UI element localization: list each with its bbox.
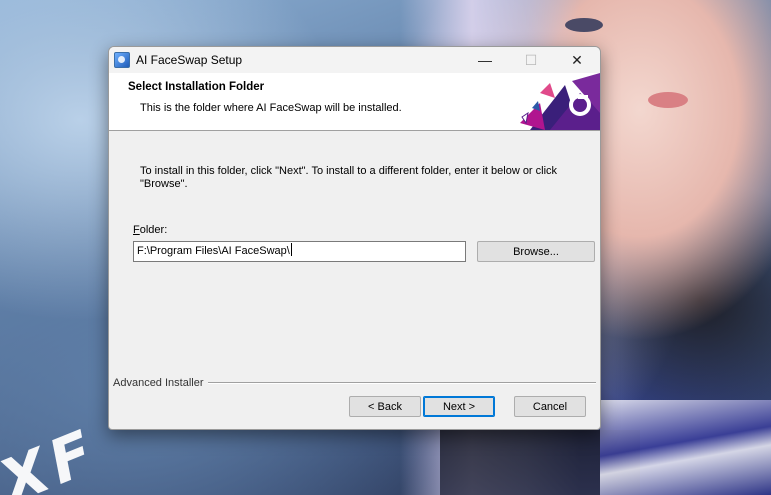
browse-button[interactable]: Browse... <box>477 241 595 262</box>
wallpaper-eye <box>565 18 603 32</box>
maximize-icon: ☐ <box>524 51 538 68</box>
next-button[interactable]: Next > <box>423 396 495 417</box>
window-title: AI FaceSwap Setup <box>136 53 243 67</box>
installer-logo-icon <box>520 73 600 130</box>
header-subtitle: This is the folder where AI FaceSwap wil… <box>140 102 402 114</box>
folder-label: Folder: <box>133 224 167 236</box>
branding-row: Advanced Installer <box>113 376 596 390</box>
header-title: Select Installation Folder <box>128 81 265 93</box>
title-bar[interactable]: AI FaceSwap Setup — ☐ ✕ <box>109 47 600 73</box>
wallpaper-lips <box>648 92 688 108</box>
minimize-button[interactable]: — <box>462 47 508 73</box>
folder-label-accelerator: F <box>133 224 140 236</box>
back-button[interactable]: < Back <box>349 396 421 417</box>
branding-text: Advanced Installer <box>113 377 204 389</box>
instructions-text: To install in this folder, click "Next".… <box>140 165 558 190</box>
window-controls: — ☐ ✕ <box>462 47 600 73</box>
text-caret <box>290 243 292 256</box>
close-icon: ✕ <box>571 51 583 68</box>
dialog-header: Select Installation Folder This is the f… <box>109 73 600 131</box>
installer-window: AI FaceSwap Setup — ☐ ✕ Select Installat… <box>108 46 601 430</box>
folder-label-text: older: <box>139 224 168 236</box>
wallpaper-collar <box>600 400 771 495</box>
folder-path-value: F:\Program Files\AI FaceSwap\ <box>137 245 290 257</box>
installer-app-icon <box>114 52 130 68</box>
maximize-button: ☐ <box>508 47 554 73</box>
branding-divider <box>207 382 596 384</box>
cancel-button[interactable]: Cancel <box>514 396 586 417</box>
close-button[interactable]: ✕ <box>554 47 600 73</box>
minimize-icon: — <box>478 52 492 68</box>
wallpaper-watermark: XF <box>0 415 109 495</box>
folder-path-input[interactable]: F:\Program Files\AI FaceSwap\ <box>133 241 466 262</box>
